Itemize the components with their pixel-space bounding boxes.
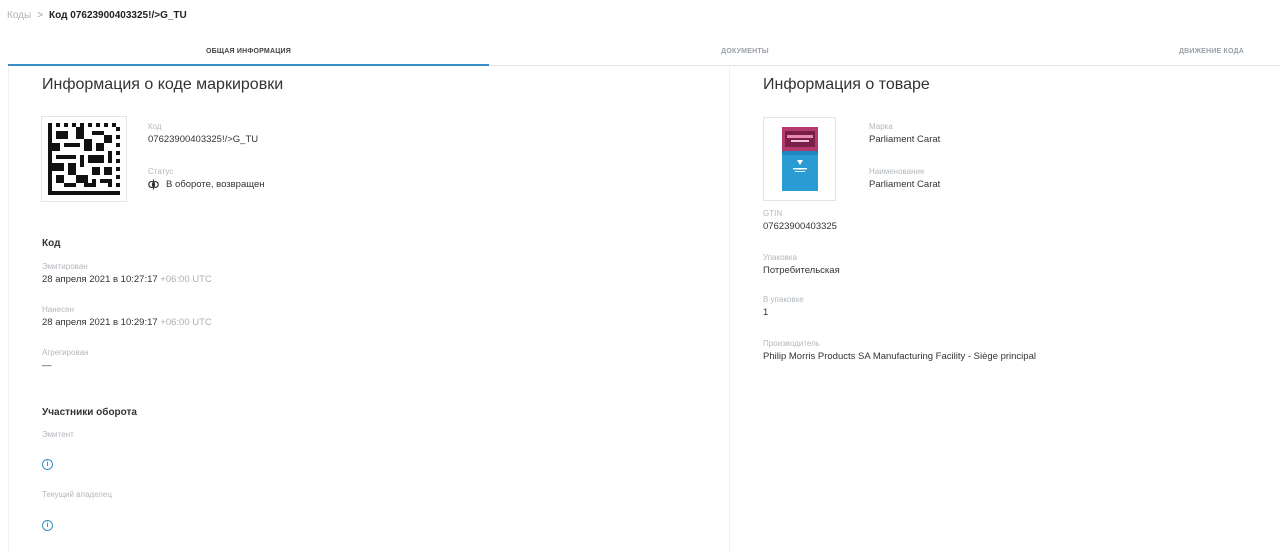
- package-value: Потребительская: [763, 265, 840, 276]
- applied-value: 28 апреля 2021 в 10:29:17: [42, 317, 158, 328]
- manufacturer-label: Производитель: [763, 339, 820, 348]
- gtin-field: GTIN 07623900403325: [763, 209, 837, 233]
- code-label: Код: [148, 122, 162, 131]
- status-value: В обороте, возвращен: [166, 179, 265, 190]
- code-value: 07623900403325!/>G_TU: [148, 134, 259, 145]
- status-label: Статус: [148, 167, 174, 176]
- applied-label: Нанесен: [42, 305, 74, 314]
- tab-general-info[interactable]: ОБЩАЯ ИНФОРМАЦИЯ: [8, 38, 489, 66]
- aggregated-value: —: [42, 360, 52, 371]
- breadcrumb-current: Код 07623900403325!/>G_TU: [49, 9, 187, 21]
- aggregated-label: Агрегирован: [42, 348, 89, 357]
- tab-documents[interactable]: ДОКУМЕНТЫ: [489, 38, 1001, 65]
- participants-heading: Участники оборота: [42, 407, 137, 418]
- manufacturer-field: Производитель Philip Morris Products SA …: [763, 339, 1036, 363]
- product-image: [763, 117, 836, 201]
- status-field: Статус В обороте, возвращен: [148, 167, 264, 191]
- applied-field: Нанесен 28 апреля 2021 в 10:29:17 +06:00…: [42, 305, 212, 329]
- datamatrix-code-image: [41, 116, 127, 202]
- name-label: Наименование: [869, 167, 925, 176]
- brand-field: Марка Parliament Carat: [869, 122, 940, 146]
- aggregated-field: Агрегирован —: [42, 348, 88, 372]
- breadcrumb-codes-link[interactable]: Коды: [7, 10, 31, 21]
- emitted-timezone: +06:00 UTC: [160, 274, 212, 285]
- product-info-panel: Информация о товаре Марка Parliament Car…: [730, 66, 1280, 552]
- code-info-title: Информация о коде маркировки: [42, 76, 284, 93]
- code-field: Код 07623900403325!/>G_TU: [148, 122, 258, 146]
- breadcrumb: Коды > Код 07623900403325!/>G_TU: [7, 8, 187, 22]
- emitter-field: Эмитент: [42, 430, 74, 440]
- emitted-value: 28 апреля 2021 в 10:27:17: [42, 274, 158, 285]
- owner-field: Текущий владелец: [42, 490, 112, 500]
- in-package-value: 1: [763, 307, 769, 318]
- in-package-label: В упаковке: [763, 295, 804, 304]
- code-info-panel: Информация о коде маркировки Код 0762390…: [8, 66, 730, 552]
- in-package-field: В упаковке 1: [763, 295, 804, 319]
- circulation-icon: [148, 179, 160, 191]
- emitter-info-icon[interactable]: i: [42, 459, 53, 470]
- brand-label: Марка: [869, 122, 893, 131]
- owner-label: Текущий владелец: [42, 490, 112, 499]
- tab-code-movement[interactable]: ДВИЖЕНИЕ КОДА: [1001, 38, 1280, 65]
- tab-bar: ОБЩАЯ ИНФОРМАЦИЯ ДОКУМЕНТЫ ДВИЖЕНИЕ КОДА: [8, 38, 1280, 66]
- package-field: Упаковка Потребительская: [763, 253, 840, 277]
- chevron-right-icon: >: [37, 9, 44, 21]
- applied-timezone: +06:00 UTC: [160, 317, 212, 328]
- product-info-title: Информация о товаре: [763, 76, 930, 93]
- gtin-label: GTIN: [763, 209, 783, 218]
- name-field: Наименование Parliament Carat: [869, 167, 940, 191]
- manufacturer-value: Philip Morris Products SA Manufacturing …: [763, 351, 1036, 362]
- package-label: Упаковка: [763, 253, 797, 262]
- emitter-label: Эмитент: [42, 430, 74, 439]
- emitted-field: Эмитирован 28 апреля 2021 в 10:27:17 +06…: [42, 262, 212, 286]
- owner-info-icon[interactable]: i: [42, 520, 53, 531]
- brand-value: Parliament Carat: [869, 134, 941, 145]
- emitted-label: Эмитирован: [42, 262, 88, 271]
- gtin-value: 07623900403325: [763, 221, 837, 232]
- code-section-heading: Код: [42, 238, 61, 249]
- name-value: Parliament Carat: [869, 179, 941, 190]
